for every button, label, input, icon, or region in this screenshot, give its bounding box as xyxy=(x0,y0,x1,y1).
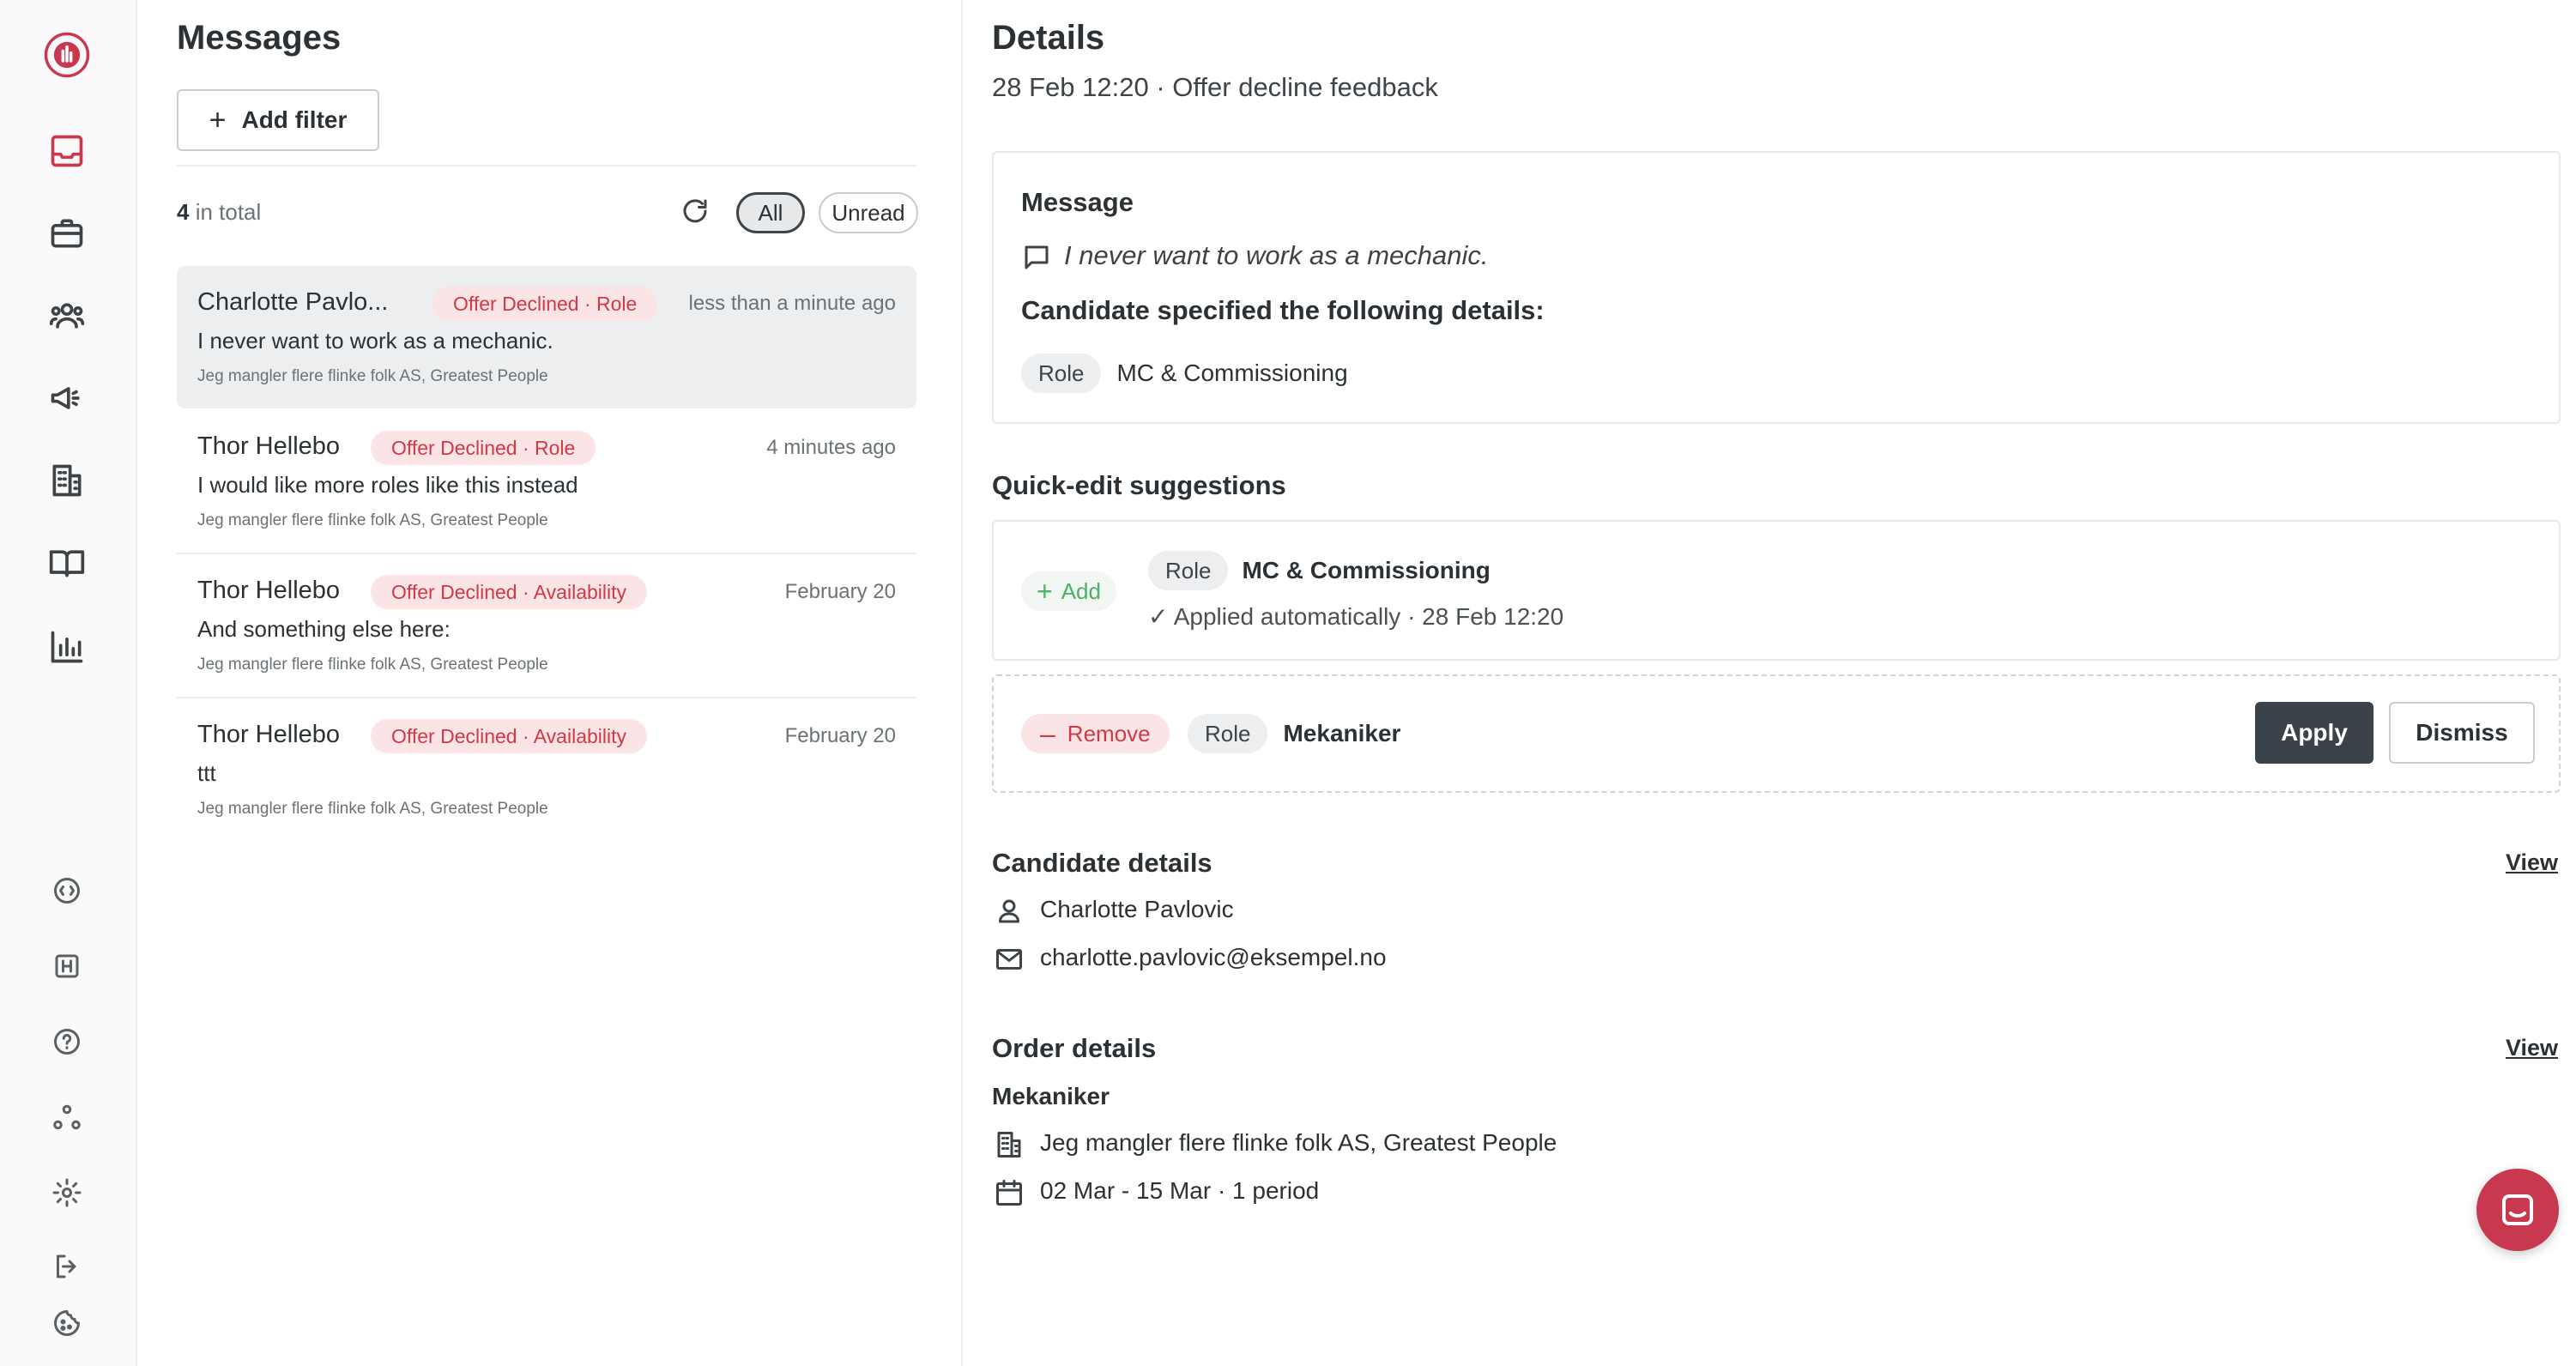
plus-icon: + xyxy=(209,103,227,136)
add-label: Add xyxy=(1061,577,1101,604)
list-item[interactable]: Thor Hellebo Offer Declined · Availabili… xyxy=(177,698,916,841)
hospital-icon[interactable] xyxy=(43,942,91,990)
plus-icon: + xyxy=(1037,575,1053,607)
person-icon xyxy=(994,896,1025,931)
add-chip: + Add xyxy=(1021,571,1116,611)
order-view-link[interactable]: View xyxy=(2506,1035,2558,1061)
add-filter-label: Add filter xyxy=(241,106,348,133)
specified-detail-row: Role MC & Commissioning xyxy=(1021,354,1348,393)
sender-name: Thor Hellebo xyxy=(197,721,341,748)
help-icon[interactable] xyxy=(43,1018,91,1066)
details-title: Details xyxy=(992,19,1105,57)
add-filter-button[interactable]: + Add filter xyxy=(177,89,379,151)
messages-title: Messages xyxy=(177,19,342,57)
candidate-name: Charlotte Pavlovic xyxy=(1040,896,1234,922)
remove-label: Remove xyxy=(1067,720,1151,746)
book-icon[interactable] xyxy=(43,539,91,587)
integrations-icon[interactable] xyxy=(43,1093,91,1141)
filter-all-pill[interactable]: All xyxy=(736,192,805,233)
suggestion-card-remove: – Remove Role Mekaniker Apply Dismiss xyxy=(992,674,2561,793)
message-company: Jeg mangler flere flinke folk AS, Greate… xyxy=(197,656,548,674)
order-role: Mekaniker xyxy=(992,1083,1110,1109)
message-time: February 20 xyxy=(784,724,896,747)
message-time: 4 minutes ago xyxy=(766,436,896,459)
message-company: Jeg mangler flere flinke folk AS, Greate… xyxy=(197,511,548,529)
bar-chart-icon[interactable] xyxy=(43,623,91,671)
suggestion-value: MC & Commissioning xyxy=(1242,557,1491,583)
message-preview: I never want to work as a mechanic. xyxy=(197,328,553,354)
suggestion-card-add: + Add Role MC & Commissioning ✓ Applied … xyxy=(992,520,2561,661)
message-time: less than a minute ago xyxy=(688,292,897,315)
building-icon xyxy=(994,1129,1025,1164)
message-time: February 20 xyxy=(784,580,896,603)
list-item[interactable]: Charlotte Pavlo... Offer Declined · Role… xyxy=(177,266,916,408)
logout-icon[interactable] xyxy=(43,1242,91,1290)
status-badge: Offer Declined · Role xyxy=(432,287,658,321)
suggestion-value: Mekaniker xyxy=(1283,720,1401,746)
order-company: Jeg mangler flere flinke folk AS, Greate… xyxy=(1040,1129,1557,1156)
specified-heading: Candidate specified the following detail… xyxy=(1021,295,1545,325)
dismiss-button[interactable]: Dismiss xyxy=(2389,702,2535,764)
status-badge: Offer Declined · Availability xyxy=(371,719,648,753)
sender-name: Charlotte Pavlo... xyxy=(197,288,389,316)
sender-name: Thor Hellebo xyxy=(197,577,341,604)
logo-icon[interactable] xyxy=(43,31,91,79)
message-company: Jeg mangler flere flinke folk AS, Greate… xyxy=(197,367,548,385)
candidate-view-link[interactable]: View xyxy=(2506,849,2558,876)
divider xyxy=(177,165,916,166)
users-icon[interactable] xyxy=(43,292,91,340)
suggestion-detail: Role Mekaniker xyxy=(1188,714,1400,753)
applied-status: ✓ Applied automatically · 28 Feb 12:20 xyxy=(1148,603,1564,630)
total-count: 4 in total xyxy=(177,199,262,225)
message-heading: Message xyxy=(1021,187,1134,217)
filter-unread-pill[interactable]: Unread xyxy=(819,192,918,233)
remove-chip: – Remove xyxy=(1021,714,1170,753)
role-tag: Role xyxy=(1021,354,1102,393)
quick-edit-heading: Quick-edit suggestions xyxy=(992,470,1286,500)
mail-icon xyxy=(994,944,1025,979)
message-preview: ttt xyxy=(197,760,216,786)
suggestion-detail: Role MC & Commissioning xyxy=(1148,551,1491,590)
sender-name: Thor Hellebo xyxy=(197,432,341,460)
message-preview: I would like more roles like this instea… xyxy=(197,472,578,498)
status-badge: Offer Declined · Role xyxy=(371,431,596,465)
api-icon[interactable] xyxy=(43,867,91,915)
cookie-icon[interactable] xyxy=(43,1299,91,1347)
candidate-email[interactable]: charlotte.pavlovic@eksempel.no xyxy=(1040,944,1387,971)
message-preview: And something else here: xyxy=(197,616,450,642)
message-quote: I never want to work as a mechanic. xyxy=(1064,240,1489,270)
role-tag: Role xyxy=(1188,714,1268,753)
list-item[interactable]: Thor Hellebo Offer Declined · Role 4 min… xyxy=(177,410,916,553)
settings-icon[interactable] xyxy=(43,1169,91,1217)
details-subtitle: 28 Feb 12:20 · Offer decline feedback xyxy=(992,72,1438,102)
megaphone-icon[interactable] xyxy=(43,374,91,422)
inbox-icon[interactable] xyxy=(43,127,91,175)
message-card: Message I never want to work as a mechan… xyxy=(992,151,2561,424)
chat-bubble-icon xyxy=(1021,242,1052,277)
apply-button[interactable]: Apply xyxy=(2255,702,2373,764)
chat-icon xyxy=(2502,1194,2533,1225)
chat-launcher-button[interactable] xyxy=(2476,1169,2559,1251)
role-value: MC & Commissioning xyxy=(1116,360,1348,386)
order-dates: 02 Mar - 15 Mar · 1 period xyxy=(1040,1177,1320,1204)
order-heading: Order details xyxy=(992,1033,1157,1063)
message-company: Jeg mangler flere flinke folk AS, Greate… xyxy=(197,800,548,818)
role-tag: Role xyxy=(1148,551,1229,590)
status-badge: Offer Declined · Availability xyxy=(371,575,648,609)
candidate-heading: Candidate details xyxy=(992,848,1212,878)
sidebar xyxy=(0,0,137,1366)
briefcase-icon[interactable] xyxy=(43,209,91,257)
building-icon[interactable] xyxy=(43,456,91,505)
minus-icon: – xyxy=(1040,717,1055,749)
refresh-icon[interactable] xyxy=(680,196,711,231)
list-item[interactable]: Thor Hellebo Offer Declined · Availabili… xyxy=(177,554,916,697)
calendar-icon xyxy=(994,1177,1025,1212)
